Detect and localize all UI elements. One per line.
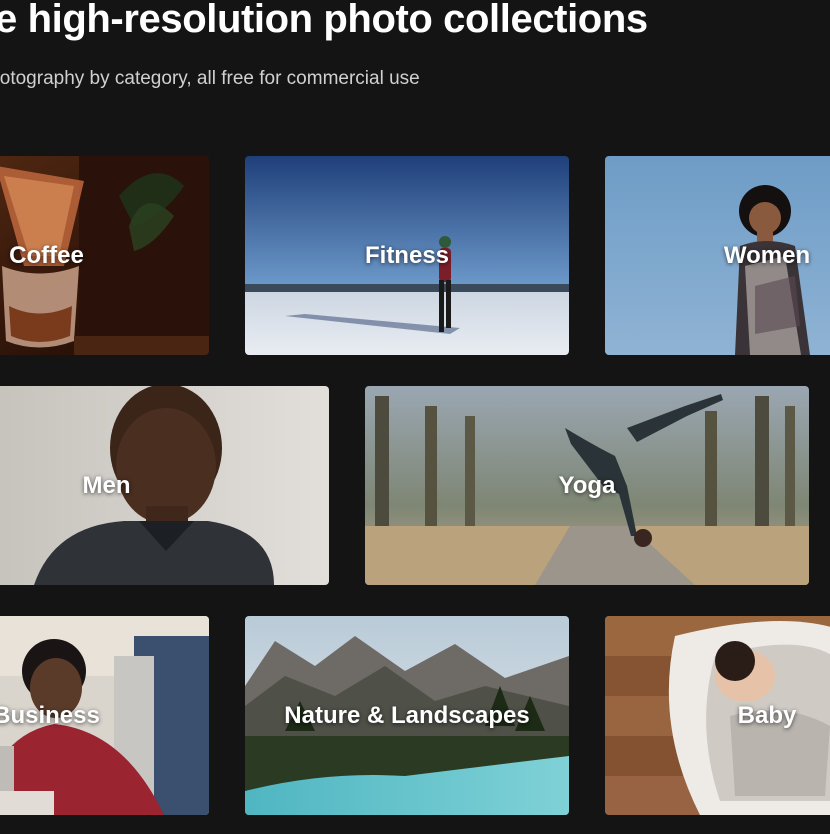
business-photo	[0, 616, 209, 815]
collection-card-baby[interactable]: Baby	[605, 616, 830, 815]
yoga-photo	[365, 386, 809, 585]
collection-card-yoga[interactable]: Yoga	[365, 386, 809, 585]
baby-photo	[605, 616, 830, 815]
men-photo	[0, 386, 329, 585]
collection-card-fitness[interactable]: Fitness	[245, 156, 569, 355]
collection-card-women[interactable]: Women	[605, 156, 830, 355]
page-subtitle: Browse photography by category, all free…	[0, 68, 420, 89]
women-photo	[605, 156, 830, 355]
fitness-photo	[245, 156, 569, 355]
collection-card-business[interactable]: Business	[0, 616, 209, 815]
collection-card-coffee[interactable]: Coffee	[0, 156, 209, 355]
page-title: Free high-resolution photo collections	[0, 0, 648, 41]
coffee-photo	[0, 156, 209, 355]
collection-card-nature[interactable]: Nature & Landscapes	[245, 616, 569, 815]
collections-page: Free high-resolution photo collections B…	[0, 0, 830, 834]
nature-photo	[245, 616, 569, 815]
collection-card-men[interactable]: Men	[0, 386, 329, 585]
